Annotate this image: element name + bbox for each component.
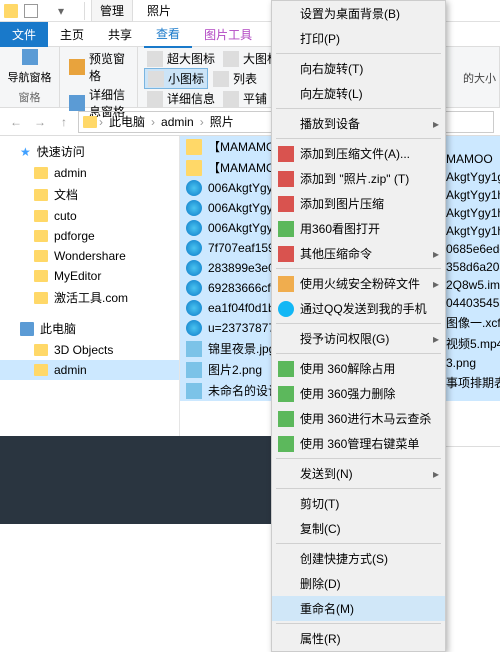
titlebar-manage[interactable]: 管理 [91, 0, 133, 22]
ctx-forcedel[interactable]: 使用 360强力删除 [272, 381, 445, 406]
ctx-mgr[interactable]: 使用 360管理右键菜单 [272, 431, 445, 456]
file-icon [186, 200, 202, 216]
file-icon [186, 280, 202, 296]
sidebar-quick[interactable]: ★快速访问 [0, 140, 179, 163]
nav-pane[interactable]: 导航窗格 [8, 69, 52, 85]
file-icon [186, 320, 202, 336]
ctx-setbg[interactable]: 设置为桌面背景(B) [272, 1, 445, 26]
sidebar-editor[interactable]: MyEditor [0, 266, 179, 286]
sidebar-wonder[interactable]: Wondershare [0, 246, 179, 266]
ctx-sendto[interactable]: 发送到(N)▸ [272, 461, 445, 486]
tab-file[interactable]: 文件 [0, 22, 48, 47]
zip-icon [278, 146, 294, 162]
ctx-morezip[interactable]: 其他压缩命令▸ [272, 241, 445, 266]
ctx-delete[interactable]: 删除(D) [272, 571, 445, 596]
360-icon [278, 386, 294, 402]
ctx-exclude[interactable]: 使用 360解除占用 [272, 356, 445, 381]
tab-view[interactable]: 查看 [144, 21, 192, 48]
context-menu: 设置为桌面背景(B) 打印(P) 向右旋转(T) 向左旋转(L) 播放到设备▸ … [271, 0, 446, 652]
ctx-rename[interactable]: 重命名(M) [272, 596, 445, 621]
background-app [0, 436, 280, 524]
ctx-qq[interactable]: 通过QQ发送到我的手机 [272, 296, 445, 321]
file-icon [186, 139, 202, 155]
zip-icon [278, 246, 294, 262]
ctx-addto[interactable]: 添加到 "照片.zip" (T) [272, 166, 445, 191]
tab-home[interactable]: 主页 [48, 22, 96, 47]
zip-icon [278, 196, 294, 212]
nav-up[interactable]: ↑ [54, 112, 74, 132]
sidebar-admin2[interactable]: admin [0, 360, 179, 380]
tab-tools[interactable]: 图片工具 [192, 22, 264, 47]
ctx-cast[interactable]: 播放到设备▸ [272, 111, 445, 136]
doc-icon [24, 4, 38, 18]
ctx-extract[interactable]: 添加到图片压缩 [272, 191, 445, 216]
sidebar-pdf[interactable]: pdforge [0, 226, 179, 246]
file-icon [186, 341, 202, 357]
ctx-shortcut[interactable]: 创建快捷方式(S) [272, 546, 445, 571]
sidebar-cuto[interactable]: cuto [0, 206, 179, 226]
sidebar-act[interactable]: 激活工具.com [0, 286, 179, 309]
ctx-perm[interactable]: 授予访问权限(G)▸ [272, 326, 445, 351]
file-icon [186, 383, 202, 399]
360-icon [278, 436, 294, 452]
file-icon [186, 300, 202, 316]
zip-icon [278, 171, 294, 187]
ctx-copy[interactable]: 复制(C) [272, 516, 445, 541]
file-icon [186, 240, 202, 256]
360-icon [278, 361, 294, 377]
ctx-rotl[interactable]: 向左旋转(L) [272, 81, 445, 106]
qq-icon [278, 301, 294, 317]
file-icon [186, 180, 202, 196]
file-icon [186, 220, 202, 236]
file-icon [186, 160, 202, 176]
titlebar-photos: 照片 [139, 0, 179, 21]
file-icon [186, 260, 202, 276]
nav-back[interactable]: ← [6, 112, 26, 132]
360-icon [278, 221, 294, 237]
folder-icon [4, 4, 18, 18]
ctx-print[interactable]: 打印(P) [272, 26, 445, 51]
ctx-addzip[interactable]: 添加到压缩文件(A)... [272, 141, 445, 166]
shred-icon [278, 276, 294, 292]
sidebar-thispc[interactable]: 此电脑 [0, 317, 179, 340]
sidebar-docs[interactable]: 文档 [0, 183, 179, 206]
ctx-rotr[interactable]: 向右旋转(T) [272, 56, 445, 81]
nav-fwd[interactable]: → [30, 112, 50, 132]
ctx-cut[interactable]: 剪切(T) [272, 491, 445, 516]
ctx-props[interactable]: 属性(R) [272, 626, 445, 651]
ctx-cloud[interactable]: 使用 360进行木马云查杀 [272, 406, 445, 431]
360-icon [278, 411, 294, 427]
ctx-shred[interactable]: 使用火绒安全粉碎文件▸ [272, 271, 445, 296]
file-icon [186, 362, 202, 378]
tab-share[interactable]: 共享 [96, 22, 144, 47]
ctx-360pic[interactable]: 用360看图打开 [272, 216, 445, 241]
sidebar-3d[interactable]: 3D Objects [0, 340, 179, 360]
sidebar-admin[interactable]: admin [0, 163, 179, 183]
